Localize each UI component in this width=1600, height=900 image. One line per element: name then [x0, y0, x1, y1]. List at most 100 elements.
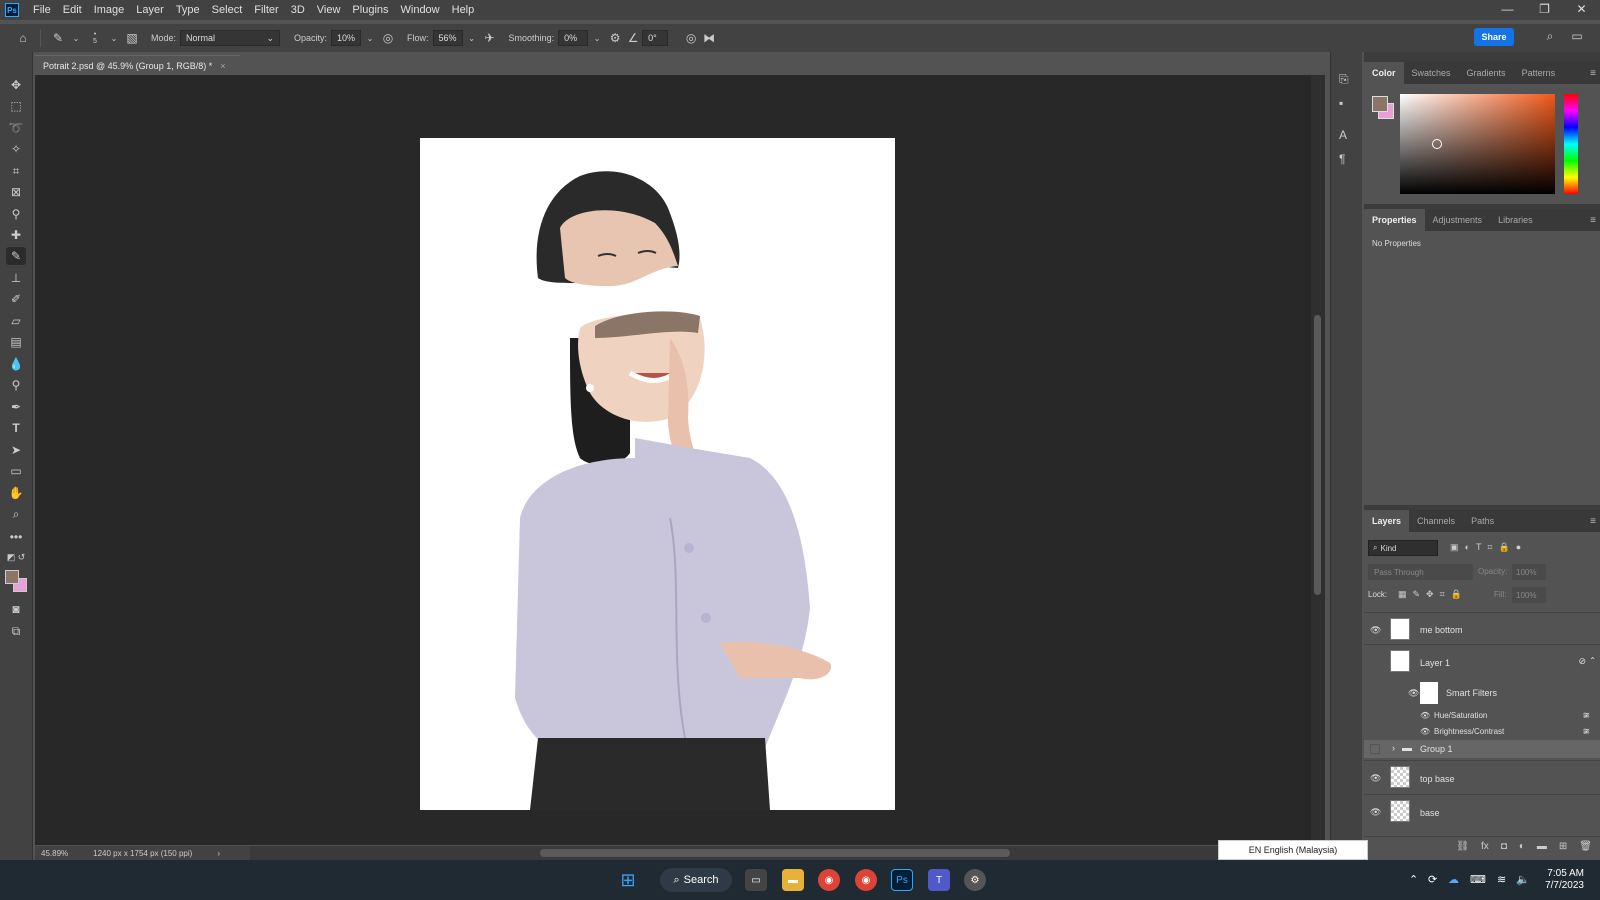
system-clock[interactable]: 7:05 AM 7/7/2023 — [1545, 868, 1584, 892]
layer-row-layer-1[interactable]: Layer 1 ⊘ ⌃ — [1364, 644, 1600, 678]
flow-input[interactable]: 56% — [432, 30, 463, 46]
visibility-eye-icon[interactable]: 👁 — [1370, 625, 1381, 636]
adjustment-layer-icon[interactable]: ◐ — [1519, 841, 1525, 852]
visibility-eye-icon[interactable]: 👁 — [1370, 807, 1381, 818]
home-icon[interactable]: ⌂ — [14, 31, 32, 45]
layer-filter-icons[interactable]: ▣◐T⌗🔒● — [1450, 542, 1527, 553]
workspace-icon[interactable]: ▭ — [1568, 29, 1586, 43]
chrome-icon[interactable]: ◉ — [818, 869, 840, 891]
filter-options-icon[interactable]: ≆ — [1582, 726, 1590, 737]
frame-tool-icon[interactable]: ⊠ — [6, 183, 26, 201]
smoothing-input[interactable]: 0% — [558, 30, 589, 46]
menu-type[interactable]: Type — [170, 4, 206, 16]
taskbar-search-button[interactable]: ⌕ Search — [660, 868, 732, 892]
menu-layer[interactable]: Layer — [130, 4, 170, 16]
panel-foreground-swatch[interactable] — [1372, 96, 1388, 112]
tab-properties[interactable]: Properties — [1364, 209, 1425, 231]
task-view-icon[interactable]: ▭ — [745, 869, 767, 891]
windows-start-icon[interactable]: ⊞ — [617, 869, 639, 891]
menu-help[interactable]: Help — [446, 4, 481, 16]
visibility-eye-icon[interactable]: 👁 — [1420, 711, 1430, 720]
chevron-right-icon[interactable]: › — [1392, 743, 1395, 753]
menu-image[interactable]: Image — [88, 4, 131, 16]
menu-plugins[interactable]: Plugins — [346, 4, 394, 16]
teams-icon[interactable]: T — [928, 869, 950, 891]
tab-patterns[interactable]: Patterns — [1514, 62, 1564, 84]
history-icon[interactable]: ⎘ — [1339, 72, 1349, 87]
rectangle-tool-icon[interactable]: ▭ — [6, 462, 26, 480]
airbrush-icon[interactable]: ✈ — [481, 31, 499, 45]
layer-row-group-1[interactable]: › ▬ Group 1 — [1364, 740, 1600, 758]
volume-icon[interactable]: 🔈 — [1516, 873, 1530, 886]
layer-row-base[interactable]: 👁 base — [1364, 794, 1600, 828]
menu-file[interactable]: File — [27, 4, 57, 16]
pen-tool-icon[interactable]: ✒ — [6, 398, 26, 416]
visibility-toggle-empty[interactable] — [1370, 744, 1380, 754]
more-tools-icon[interactable]: ••• — [6, 528, 26, 546]
move-tool-icon[interactable]: ✥ — [6, 76, 26, 94]
share-button[interactable]: Share — [1474, 28, 1514, 46]
new-layer-icon[interactable]: ⊞ — [1559, 841, 1567, 852]
restore-button[interactable]: ❐ — [1526, 0, 1563, 20]
stamp-tool-icon[interactable]: ⊥ — [6, 269, 26, 287]
tab-paths[interactable]: Paths — [1463, 510, 1502, 532]
lock-icons[interactable]: ▦✎✥⌗🔒 — [1398, 589, 1468, 600]
sync-icon[interactable]: ⟳ — [1428, 873, 1437, 886]
eyedropper-tool-icon[interactable]: ⚲ — [6, 205, 26, 223]
brush-size-picker[interactable]: • 5 — [85, 31, 105, 45]
close-tab-icon[interactable]: × — [220, 61, 225, 71]
tab-channels[interactable]: Channels — [1409, 510, 1463, 532]
blur-tool-icon[interactable]: 💧 — [6, 355, 26, 373]
angle-input[interactable]: 0° — [642, 30, 669, 46]
tab-swatches[interactable]: Swatches — [1404, 62, 1459, 84]
blend-mode-select[interactable]: Pass Through — [1368, 564, 1473, 580]
menu-view[interactable]: View — [311, 4, 347, 16]
add-mask-icon[interactable]: ◘ — [1501, 841, 1507, 852]
menu-select[interactable]: Select — [206, 4, 249, 16]
zoom-tool-icon[interactable]: ⌕ — [6, 505, 26, 523]
lasso-tool-icon[interactable]: ➰ — [6, 119, 26, 137]
chevron-down-icon[interactable]: ⌄ — [67, 34, 85, 43]
default-colors-icon[interactable]: ◩ ↺ — [6, 548, 26, 566]
link-layers-icon[interactable]: ⛓ — [1456, 841, 1469, 852]
type-tool-icon[interactable]: T — [6, 419, 26, 437]
file-explorer-icon[interactable]: ▬ — [782, 869, 804, 891]
smart-filters-row[interactable]: 👁 Smart Filters — [1364, 678, 1600, 708]
crop-tool-icon[interactable]: ⌗ — [6, 162, 26, 180]
document-canvas[interactable] — [420, 138, 895, 810]
menu-filter[interactable]: Filter — [248, 4, 284, 16]
screen-mode-icon[interactable]: ⧉ — [6, 622, 26, 640]
horizontal-scrollbar[interactable] — [250, 846, 1310, 860]
history-brush-tool-icon[interactable]: ✐ — [6, 290, 26, 308]
chevron-down-icon[interactable]: ⌄ — [463, 34, 481, 43]
tab-gradients[interactable]: Gradients — [1459, 62, 1514, 84]
vertical-scroll-thumb[interactable] — [1314, 315, 1321, 595]
dodge-tool-icon[interactable]: ⚲ — [6, 376, 26, 394]
pressure-size-icon[interactable]: ◎ — [682, 31, 700, 45]
filter-options-icon[interactable]: ≆ — [1582, 710, 1590, 721]
minimize-button[interactable]: — — [1489, 0, 1526, 20]
chevron-right-icon[interactable]: › — [217, 849, 220, 858]
onedrive-icon[interactable]: ☁ — [1448, 873, 1459, 886]
brush-settings-icon[interactable]: ▧ — [123, 31, 141, 45]
chevron-up-icon[interactable]: ⌃ — [1589, 656, 1596, 665]
brush-tool-icon[interactable]: ✎ — [6, 247, 26, 265]
filter-row-hue-saturation[interactable]: 👁 Hue/Saturation ≆ — [1364, 708, 1600, 724]
character-icon[interactable]: A — [1339, 128, 1347, 142]
visibility-eye-icon[interactable]: 👁 — [1370, 773, 1381, 784]
mode-select[interactable]: Normal ⌄ — [180, 30, 281, 46]
brush-preset-icon[interactable]: ✎ — [49, 31, 67, 45]
tab-layers[interactable]: Layers — [1364, 510, 1410, 532]
healing-brush-tool-icon[interactable]: ✚ — [6, 226, 26, 244]
color-picker-field[interactable] — [1400, 94, 1555, 194]
close-button[interactable]: ✕ — [1563, 0, 1600, 20]
gradient-tool-icon[interactable]: ▤ — [6, 333, 26, 351]
path-selection-tool-icon[interactable]: ➤ — [6, 441, 26, 459]
new-group-icon[interactable]: ▬ — [1537, 841, 1547, 852]
zoom-level[interactable]: 45.89% — [41, 849, 68, 858]
menu-3d[interactable]: 3D — [285, 4, 311, 16]
language-indicator-popup[interactable]: EN English (Malaysia) — [1218, 840, 1368, 860]
color-picker-cursor[interactable] — [1432, 139, 1442, 149]
fx-icon[interactable]: fx — [1481, 841, 1489, 852]
filter-row-brightness-contrast[interactable]: 👁 Brightness/Contrast ≆ — [1364, 724, 1600, 740]
